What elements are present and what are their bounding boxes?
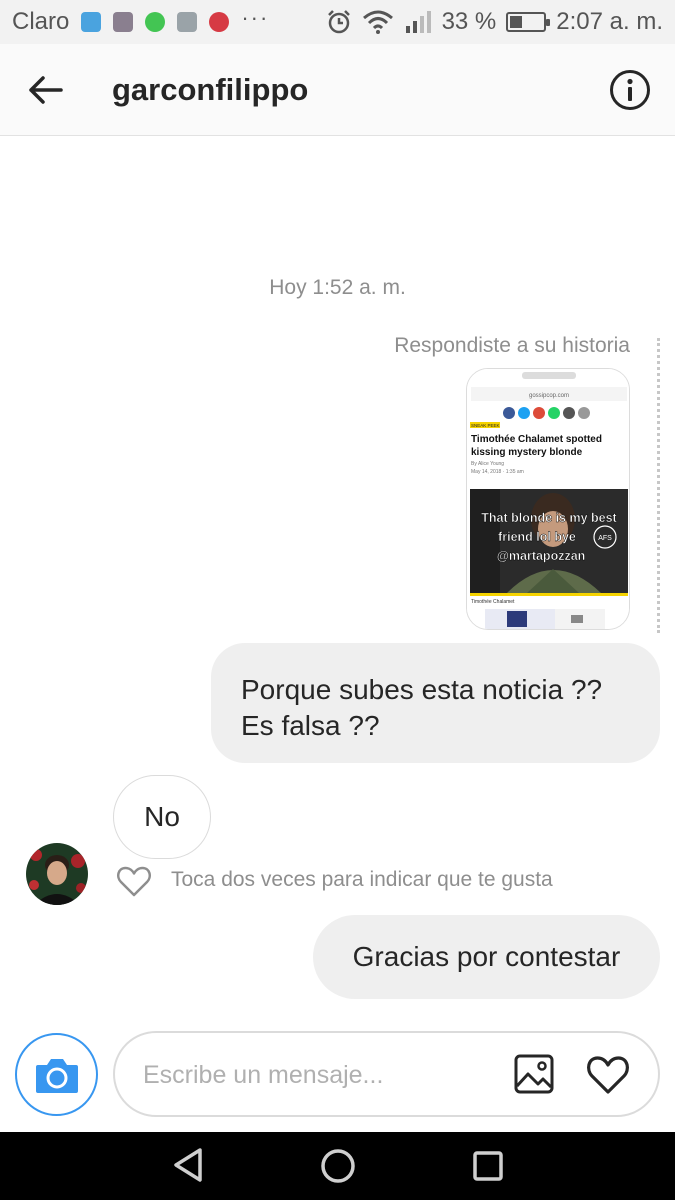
photo-notification-icon: [113, 12, 134, 32]
info-icon[interactable]: [609, 69, 651, 111]
whatsapp-icon: [145, 12, 166, 32]
story-headline-2: kissing mystery blonde: [471, 447, 583, 458]
story-headline-1: Timothée Chalamet spotted: [471, 434, 602, 445]
avatar[interactable]: [26, 843, 88, 905]
chat-timestamp: Hoy 1:52 a. m.: [269, 276, 406, 299]
pinterest-icon: [209, 12, 230, 32]
story-overlay-2: friend lol bye: [498, 530, 576, 544]
alarm-icon: [327, 10, 350, 34]
message-text-line: Porque subes esta noticia ??: [241, 674, 603, 705]
like-heart-icon[interactable]: [116, 865, 152, 898]
signal-icon: [405, 11, 431, 33]
battery-icon: [506, 12, 551, 32]
avatar-image: [26, 843, 88, 905]
message-bubble-sent[interactable]: Gracias por contestar: [313, 915, 660, 999]
story-overlay-1: That blonde is my best: [481, 511, 617, 525]
double-tap-like-hint: Toca dos veces para indicar que te gusta: [171, 868, 553, 891]
story-byline: By Alice Young: [471, 461, 504, 467]
story-reply-label: Respondiste a su historia: [394, 334, 630, 357]
nav-recents-icon[interactable]: [472, 1150, 504, 1182]
story-badge: AFS: [598, 535, 612, 542]
story-caption: Timothée Chalamet: [471, 599, 515, 605]
story-url: gossipcop.com: [529, 393, 569, 399]
story-reply-divider: [657, 338, 660, 633]
story-tag: SNEAK PEEK: [471, 423, 500, 428]
message-bubble-received[interactable]: No: [113, 775, 211, 859]
nav-home-icon[interactable]: [320, 1148, 356, 1184]
story-thumbnail[interactable]: gossipcop.com SNEAK PEEK Timothée Chalam…: [466, 368, 630, 630]
gallery-notification-icon: [177, 12, 198, 32]
message-text-line: Es falsa ??: [241, 710, 380, 741]
story-preview: gossipcop.com SNEAK PEEK Timothée Chalam…: [467, 369, 629, 629]
system-navigation-bar: [0, 1132, 675, 1200]
conversation-username[interactable]: garconfilippo: [112, 72, 308, 108]
back-button[interactable]: [0, 44, 90, 136]
battery-level: [510, 16, 523, 28]
clock: 2:07 a. m.: [556, 8, 663, 35]
gallery-icon[interactable]: [513, 1053, 555, 1095]
arrow-left-icon: [29, 75, 63, 104]
dm-screen: Claro ··· 33 % 2:07 a. m. garconfilippo …: [0, 0, 675, 1200]
story-overlay-3: @martapozzan: [497, 549, 586, 563]
message-text: No: [144, 801, 180, 832]
carrier-label: Claro: [12, 8, 70, 35]
more-notifications-icon: ···: [241, 5, 270, 30]
nav-back-icon[interactable]: [170, 1146, 208, 1184]
camera-button[interactable]: [15, 1033, 98, 1116]
heart-icon[interactable]: [585, 1054, 631, 1096]
message-input[interactable]: [143, 1055, 493, 1095]
conversation-header: garconfilippo: [0, 44, 675, 136]
message-bubble-sent[interactable]: Porque subes esta noticia ?? Es falsa ??: [211, 643, 660, 763]
story-date: May 14, 2018 · 1:35 am: [471, 469, 524, 475]
message-text: Gracias por contestar: [352, 941, 621, 972]
status-bar: Claro ··· 33 % 2:07 a. m.: [0, 0, 675, 44]
camera-icon: [35, 1058, 78, 1093]
sim-notification-icon: [81, 12, 102, 32]
battery-percent: 33 %: [441, 8, 497, 35]
message-composer: [113, 1031, 660, 1117]
wifi-icon: [362, 10, 393, 34]
